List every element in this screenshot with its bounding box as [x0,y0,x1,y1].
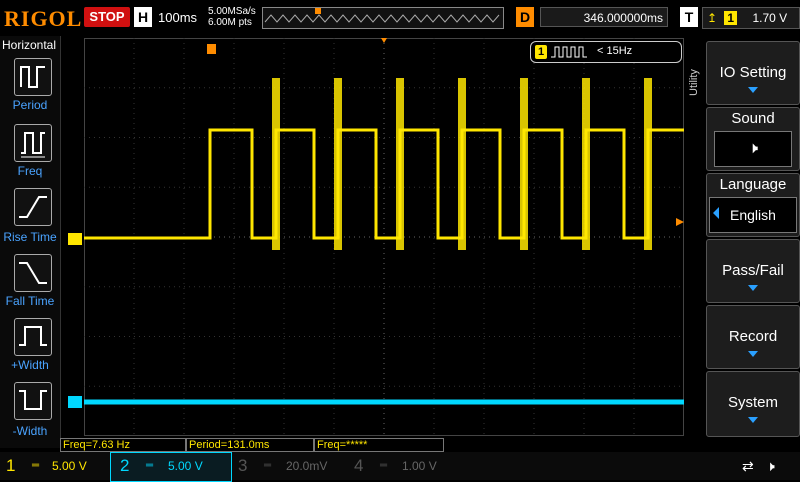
rise-time-label: Rise Time [3,230,57,244]
memory-depth: 6.00M pts [208,17,252,28]
ch1-number[interactable]: 1 [6,452,15,480]
submenu-arrow-icon [748,351,758,357]
horizontal-badge[interactable]: H [134,7,152,27]
record-label: Record [728,328,778,345]
pass-fail-button[interactable]: Pass/Fail [706,239,800,303]
utility-menu-title: Utility [688,69,700,96]
sound-label: Sound [731,110,775,127]
submenu-arrow-icon [748,87,758,93]
fall-time-button[interactable] [14,254,52,292]
acquisition-info: 5.00MSa/s 6.00M pts [208,6,256,28]
ch2-scale: 5.00 V [168,459,203,473]
trigger-position-marker [315,8,321,14]
waveform-display[interactable] [84,38,684,436]
rise-time-button[interactable] [14,188,52,226]
ch1-edge-spike [644,78,652,250]
ch4-coupling-icon: ═ [380,460,388,471]
ch1-edge-spike [582,78,590,250]
ch4-scale: 1.00 V [402,459,437,473]
neg-width-label: -Width [12,424,48,438]
freq-counter-channel: 1 [535,45,547,59]
pass-fail-label: Pass/Fail [722,262,784,279]
submenu-arrow-icon [748,285,758,291]
neg-width-button[interactable] [14,382,52,420]
trigger-channel: 1 [724,11,738,25]
submenu-arrow-icon [748,417,758,423]
freq-counter-value: < 15Hz [597,45,633,57]
memory-overview[interactable] [262,7,504,29]
io-setting-button[interactable]: IO Setting [706,41,800,105]
delay-marker [207,44,216,54]
square-wave-icon [551,46,587,58]
ch4-number[interactable]: 4 [354,452,363,480]
timebase-value: 100ms [158,10,198,25]
ch3-coupling-icon: ═ [264,460,272,471]
graticule [84,38,684,436]
sample-rate: 5.00MSa/s [208,6,256,17]
fall-time-label: Fall Time [5,294,55,308]
language-selector[interactable]: English [709,197,797,233]
ch1-coupling-icon: ═ [32,460,40,471]
usb-icon: ⇄ [742,458,754,474]
trigger-edge-icon: ↥ [707,11,718,25]
measure-freq: Freq=7.63 Hz [60,438,186,452]
freq-counter-badge[interactable]: 1 < 15Hz [530,41,682,63]
pos-width-button[interactable] [14,318,52,356]
ch1-edge-spike [520,78,528,250]
ch1-edge-spike [334,78,342,250]
period-icon [20,66,45,88]
ch2-coupling-icon: ═ [146,460,154,471]
run-stop-button[interactable]: STOP [84,7,130,27]
ch1-scale: 5.00 V [52,459,87,473]
brand-logo: RIGOL [4,6,83,31]
speaker-status-icon: 🕨 [766,458,775,474]
fall-time-icon [19,262,47,284]
trigger-info: ↥ 1 1.70 V [702,7,800,29]
measure-menu-title: Horizontal [2,38,57,52]
sound-button[interactable]: Sound 🕨 [706,107,800,171]
system-button[interactable]: System [706,371,800,437]
ch1-ground-marker[interactable] [68,233,82,245]
ch2-number[interactable]: 2 [120,452,129,480]
delay-value: 346.000000ms [540,7,668,27]
ch1-edge-spike [272,78,280,250]
language-label: Language [719,176,787,193]
freq-icon [21,132,45,158]
period-label: Period [12,98,48,112]
language-button[interactable]: Language English [706,173,800,237]
rise-time-icon [19,196,47,218]
record-button[interactable]: Record [706,305,800,369]
language-value: English [730,207,776,223]
delay-badge[interactable]: D [516,7,534,27]
trigger-badge[interactable]: T [680,7,698,27]
period-button[interactable] [14,58,52,96]
trigger-time-marker [381,38,387,43]
freq-label: Freq [17,164,43,178]
neg-width-icon [19,390,47,410]
memory-waveform-preview [264,8,500,23]
measure-freq-ch2: Freq=***** [314,438,444,452]
ch2-ground-marker[interactable] [68,396,82,408]
freq-button[interactable] [14,124,52,162]
system-label: System [727,394,778,411]
left-arrow-icon [713,207,719,219]
io-setting-label: IO Setting [719,64,787,81]
ch1-edge-spike [458,78,466,250]
measure-period: Period=131.0ms [186,438,314,452]
trigger-level-marker [676,218,684,226]
ch1-edge-spike [396,78,404,250]
ch3-number[interactable]: 3 [238,452,247,480]
pos-width-icon [19,326,47,346]
pos-width-label: +Width [11,358,49,372]
speaker-icon: 🕨 [714,131,792,167]
trigger-level: 1.70 V [752,11,788,25]
ch3-scale: 20.0mV [286,459,328,473]
